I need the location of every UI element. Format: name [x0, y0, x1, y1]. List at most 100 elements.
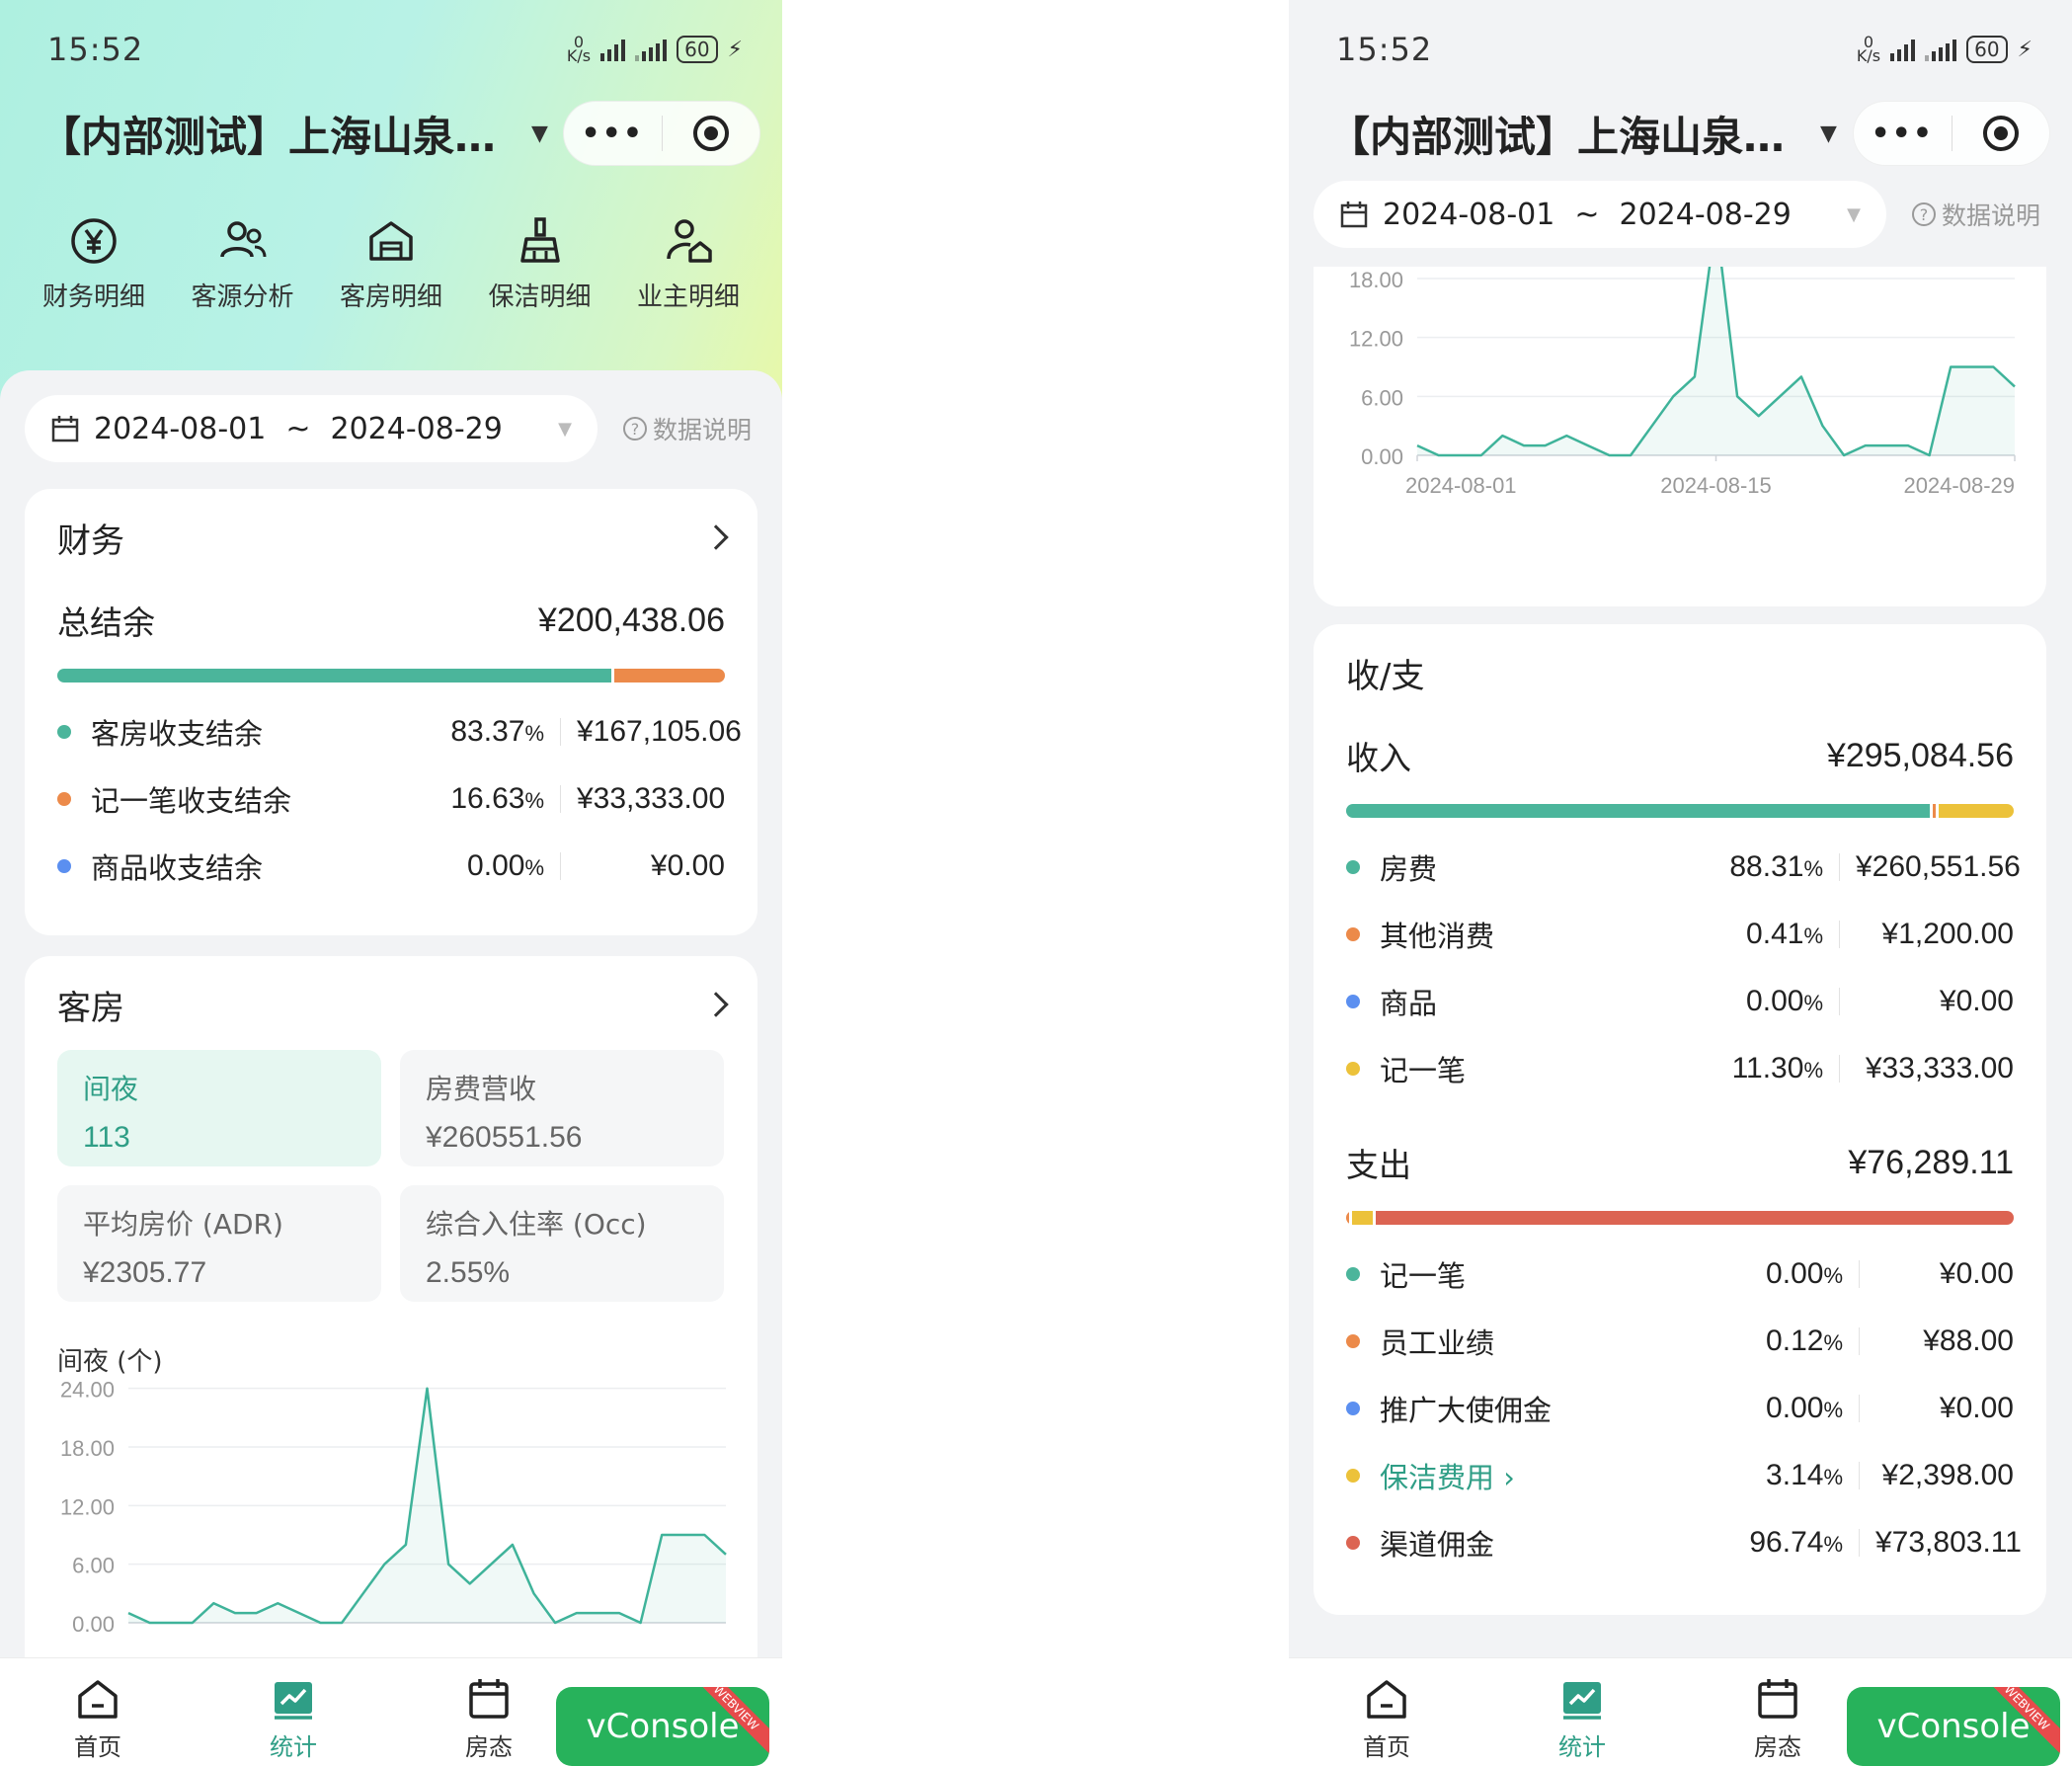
status-bar: 15:52 0 K/s 60 ⚡: [1336, 28, 2032, 71]
rooms-card: 客房 间夜 113 房费营收 ¥260551.56 平均房价 (ADR) ¥23…: [25, 956, 757, 1707]
charging-icon: ⚡: [2017, 37, 2032, 62]
expense-bar-channel: [1375, 1211, 2014, 1225]
quicknav-finance-detail[interactable]: 财务明细: [25, 215, 163, 313]
legend-dot: [57, 725, 71, 739]
signal-icon: [1890, 38, 1916, 61]
date-range-picker[interactable]: 2024-08-01 ~ 2024-08-29 ▼: [1314, 181, 1886, 248]
chevron-down-icon: ▼: [1847, 203, 1861, 225]
calendar-icon: [1758, 1679, 1797, 1719]
chevron-right-icon: [703, 524, 729, 550]
expense-bar-cleaning: [1352, 1211, 1373, 1225]
list-item: 记一笔 0.00% ¥0.00: [1346, 1241, 2014, 1308]
quicknav-owner-detail[interactable]: 业主明细: [619, 215, 757, 313]
status-bar: 15:52 0 K/s 60 ⚡: [47, 28, 743, 71]
date-range-picker[interactable]: 2024-08-01 ~ 2024-08-29 ▼: [25, 395, 598, 462]
cleaning-fee-link[interactable]: 保洁费用 ›: [1380, 1455, 1515, 1496]
income-expense-header: 收/支: [1346, 648, 2014, 697]
chevron-right-icon: [703, 992, 729, 1017]
vconsole-button[interactable]: vConsole WEBVIEW: [1847, 1687, 2060, 1766]
store-title[interactable]: 【内部测试】上海山泉…: [40, 104, 496, 164]
income-bar-other: [1933, 804, 1937, 818]
close-miniprogram-button[interactable]: [663, 116, 760, 151]
list-item: 推广大使佣金 0.00% ¥0.00: [1346, 1375, 2014, 1442]
legend-dot: [1346, 995, 1360, 1008]
home-icon: [1367, 1680, 1406, 1719]
list-item-cleaning-fee[interactable]: 保洁费用 › 3.14% ¥2,398.00: [1346, 1442, 2014, 1509]
list-item: 记一笔 11.30% ¥33,333.00: [1346, 1035, 2014, 1102]
question-icon: ?: [1912, 202, 1936, 226]
finance-bar-rooms: [57, 669, 612, 682]
store-title[interactable]: 【内部测试】上海山泉…: [1328, 104, 1785, 164]
dropdown-caret-icon[interactable]: ▼: [531, 121, 548, 146]
finance-breakdown: 客房收支结余 83.37% ¥167,105.06 记一笔收支结余 16.63%…: [57, 698, 742, 900]
legend-dot: [57, 792, 71, 806]
legend-dot: [1346, 1402, 1360, 1415]
tile-occupancy[interactable]: 综合入住率 (Occ) 2.55%: [400, 1185, 724, 1302]
legend-dot: [57, 859, 71, 873]
legend-dot: [1346, 1062, 1360, 1076]
y-tick-label: 18.00: [1349, 268, 1403, 292]
tile-room-nights[interactable]: 间夜 113: [57, 1050, 381, 1166]
y-tick-label: 0.00: [72, 1612, 115, 1637]
dropdown-caret-icon[interactable]: ▼: [1820, 121, 1837, 146]
x-tick-label: 2024-08-15: [1660, 473, 1772, 498]
expense-total-value: ¥76,289.11: [1848, 1143, 2014, 1181]
y-tick-label: 12.00: [60, 1494, 115, 1519]
series-area: [1417, 267, 2015, 455]
data-help-link[interactable]: ? 数据说明: [623, 411, 752, 446]
finance-card-header[interactable]: 财务: [57, 513, 729, 562]
home-icon: [78, 1680, 118, 1719]
close-miniprogram-button[interactable]: [1952, 116, 2050, 151]
signal-icon-2: [635, 38, 668, 61]
legend-dot: [1346, 927, 1360, 941]
finance-stacked-bar: [57, 669, 725, 682]
list-item: 商品收支结余 0.00% ¥0.00: [57, 833, 725, 900]
expense-stacked-bar: [1346, 1211, 2014, 1225]
tab-stats[interactable]: 统计: [1484, 1658, 1680, 1766]
stats-icon: [275, 1682, 312, 1720]
vconsole-button[interactable]: vConsole WEBVIEW: [556, 1687, 769, 1766]
finance-bar-note: [614, 669, 725, 682]
quicknav-room-detail[interactable]: 客房明细: [322, 215, 460, 313]
y-tick-label: 0.00: [1361, 444, 1403, 469]
record-icon: [1982, 116, 2019, 151]
tab-stats[interactable]: 统计: [196, 1658, 391, 1766]
income-total-row: 收入 ¥295,084.56: [1346, 736, 2014, 778]
tab-home[interactable]: 首页: [0, 1658, 196, 1766]
users-icon: [219, 221, 266, 258]
list-item: 渠道佣金 96.74% ¥73,803.11: [1346, 1509, 2022, 1576]
quicknav-cleaning-detail[interactable]: 保洁明细: [471, 215, 609, 313]
calendar-icon: [469, 1679, 509, 1719]
legend-dot: [1346, 1334, 1360, 1348]
status-icons: 0 K/s 60 ⚡: [567, 35, 743, 64]
record-icon: [692, 116, 729, 151]
tab-home[interactable]: 首页: [1289, 1658, 1484, 1766]
battery-icon: 60: [1966, 36, 2008, 63]
income-expense-card: 收/支 收入 ¥295,084.56 房费 88.31% ¥260,551.56…: [1314, 624, 2046, 1615]
stats-icon: [1563, 1682, 1601, 1720]
legend-dot: [1346, 1469, 1360, 1483]
expense-bar-staff: [1346, 1211, 1349, 1225]
income-total-value: ¥295,084.56: [1826, 736, 2014, 774]
income-expense-title: 收/支: [1346, 656, 1425, 696]
data-help-link[interactable]: ? 数据说明: [1912, 197, 2040, 232]
more-menu-button[interactable]: •••: [564, 117, 662, 151]
finance-title: 财务: [57, 521, 124, 561]
tile-room-revenue[interactable]: 房费营收 ¥260551.56: [400, 1050, 724, 1166]
broom-icon: [519, 217, 560, 263]
owner-house-icon: [667, 219, 712, 263]
house-icon: [369, 221, 413, 261]
expense-breakdown: 记一笔 0.00% ¥0.00 员工业绩 0.12% ¥88.00 推广大使佣金…: [1346, 1241, 2022, 1576]
y-tick-label: 24.00: [60, 1381, 115, 1403]
legend-dot: [1346, 1267, 1360, 1281]
rooms-chart-card: 0.00 6.00 12.00 18.00 2024-08-01 2024-08-15 20…: [1314, 267, 2046, 606]
quicknav-guest-analysis[interactable]: 客源分析: [174, 215, 312, 313]
y-tick-label: 18.00: [60, 1436, 115, 1461]
rooms-card-header[interactable]: 客房: [57, 980, 729, 1029]
yen-circle-icon: [71, 218, 117, 264]
more-menu-button[interactable]: •••: [1854, 117, 1952, 151]
tile-adr[interactable]: 平均房价 (ADR) ¥2305.77: [57, 1185, 381, 1302]
calendar-icon: [1340, 201, 1368, 228]
y-tick-label: 12.00: [1349, 327, 1403, 352]
chart-label: 间夜 (个): [57, 1347, 163, 1377]
